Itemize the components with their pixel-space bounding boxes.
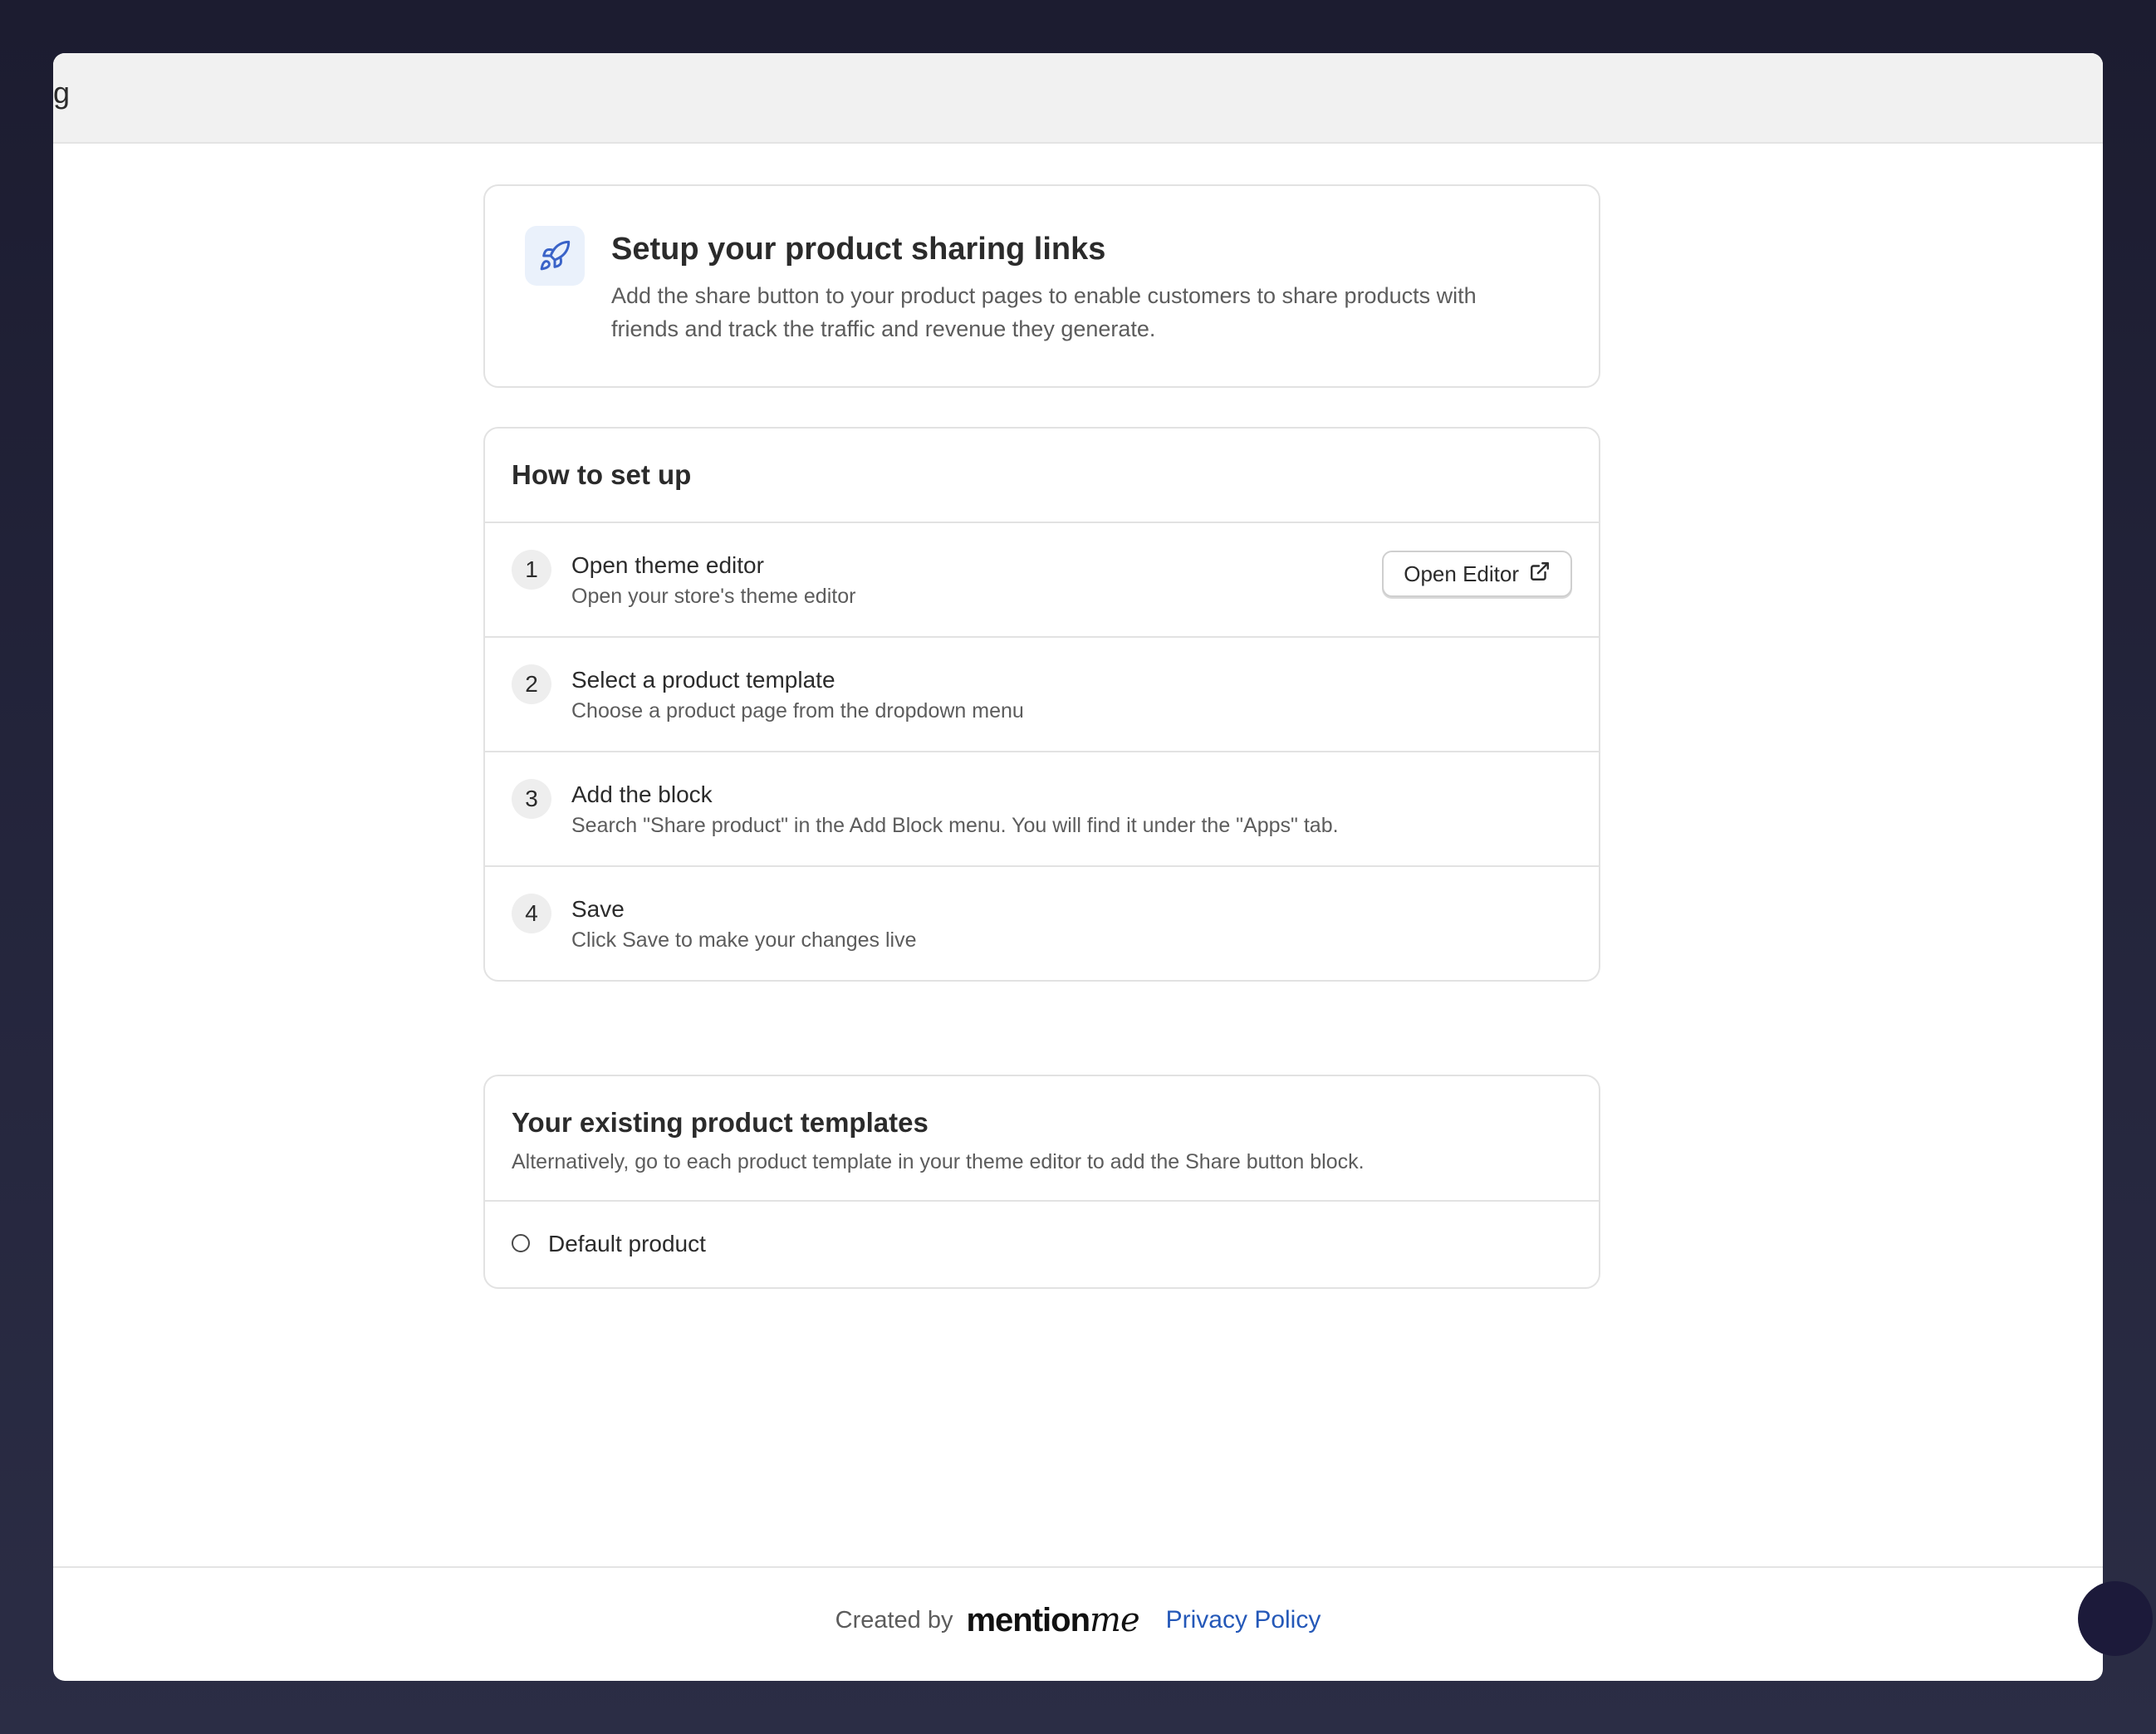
step-description: Choose a product page from the dropdown …: [571, 699, 1024, 722]
setup-header: How to set up: [485, 429, 1599, 523]
open-editor-label: Open Editor: [1404, 561, 1519, 586]
setup-steps-card: How to set up 1 Open theme editor Open y…: [483, 427, 1600, 982]
rocket-icon: [525, 226, 585, 286]
step-number: 1: [512, 550, 551, 590]
step-number: 2: [512, 664, 551, 704]
step-title: Add the block: [571, 781, 713, 807]
external-link-icon: [1529, 561, 1551, 588]
step-title: Open theme editor: [571, 552, 764, 578]
templates-title: Your existing product templates: [512, 1107, 929, 1138]
chat-launcher-button[interactable]: [2078, 1581, 2153, 1656]
step-number: 4: [512, 894, 551, 933]
step-number: 3: [512, 779, 551, 819]
app-window: g Setup your product sharing links Add t…: [53, 53, 2103, 1681]
templates-header: Your existing product templates Alternat…: [485, 1076, 1599, 1202]
step-description: Search "Share product" in the Add Block …: [571, 814, 1339, 837]
step-save: 4 Save Click Save to make your changes l…: [485, 867, 1599, 980]
setup-intro-card: Setup your product sharing links Add the…: [483, 184, 1600, 388]
footer: Created by mentionme Privacy Policy: [53, 1566, 2103, 1681]
privacy-policy-link[interactable]: Privacy Policy: [1166, 1606, 1321, 1634]
page-description: Add the share button to your product pag…: [611, 283, 1477, 341]
template-item-default-product[interactable]: Default product: [485, 1202, 1599, 1287]
step-title: Select a product template: [571, 667, 835, 693]
page-title: Setup your product sharing links: [611, 232, 1106, 267]
top-bar: g: [53, 53, 2103, 144]
mentionme-logo: mentionme: [966, 1601, 1139, 1639]
templates-description: Alternatively, go to each product templa…: [512, 1150, 1365, 1173]
step-description: Open your store's theme editor: [571, 585, 856, 608]
setup-title: How to set up: [512, 459, 692, 490]
created-by-text: Created by: [835, 1606, 953, 1634]
step-open-theme-editor: 1 Open theme editor Open your store's th…: [485, 523, 1599, 638]
radio-button[interactable]: [512, 1234, 530, 1252]
step-description: Click Save to make your changes live: [571, 928, 917, 952]
step-add-block: 3 Add the block Search "Share product" i…: [485, 752, 1599, 867]
step-select-template: 2 Select a product template Choose a pro…: [485, 638, 1599, 752]
step-title: Save: [571, 896, 625, 922]
template-label: Default product: [548, 1231, 706, 1256]
open-editor-button[interactable]: Open Editor: [1382, 551, 1572, 597]
top-bar-title: g: [53, 76, 71, 110]
existing-templates-card: Your existing product templates Alternat…: [483, 1075, 1600, 1289]
